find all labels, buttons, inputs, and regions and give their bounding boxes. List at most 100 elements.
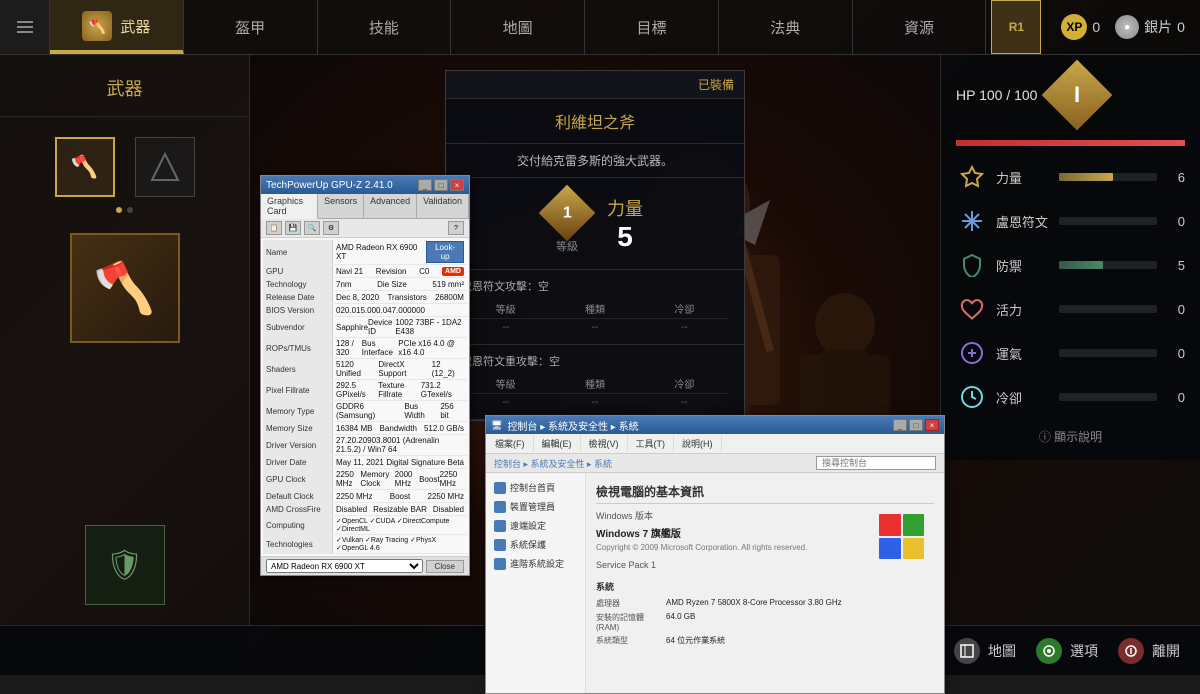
win-logo-yellow [903,538,925,560]
nav-armor[interactable]: 盔甲 [184,0,318,54]
sysinfo-sidebar-item-3[interactable]: 系統保護 [486,535,585,554]
weapon-slots: 🪓 [0,117,249,217]
sysinfo-nav-file[interactable]: 檔案(F) [487,435,534,452]
nav-map[interactable]: 地圖 [451,0,585,54]
gpuz-row-release: Release Date Dec 8, 2020 Transistors 268… [263,291,467,304]
stat-bar-container-運氣 [1059,349,1157,357]
盧恩符文-stat-icon [956,205,988,237]
sysinfo-sidebar: 控制台首頁 裝置管理員 遠端設定 系統保護 [486,473,586,693]
gpuz-tool-4[interactable]: ⚙ [323,221,339,235]
sysinfo-sidebar-item-4[interactable]: 進階系統設定 [486,554,585,573]
gpuz-row-driverdate: Driver Date May 11, 2021 Digital Signatu… [263,456,467,469]
sysinfo-controls: _ □ × [893,419,939,431]
gpuz-tab-validation[interactable]: Validation [417,194,469,218]
sysinfo-sidebar-item-1[interactable]: 裝置管理員 [486,497,585,516]
stat-row-盧恩符文: 盧恩符文0 [956,205,1185,237]
gpuz-tool-5[interactable]: ? [448,221,464,235]
r1-button[interactable]: R1 [991,0,1041,54]
gpuz-tab-advanced[interactable]: Advanced [364,194,417,218]
gpuz-titlebar: TechPowerUp GPU-Z 2.41.0 _ □ × [261,176,469,194]
sysinfo-service-pack: Service Pack 1 [596,560,934,570]
sysinfo-nav-edit[interactable]: 編輯(E) [534,435,581,452]
sysinfo-main: 檢視電腦的基本資訊 Windows 版本 Windo [586,473,944,693]
weapon-level-stat: 1 等級 力量 5 [446,178,744,270]
gpuz-row-memtype: Memory Type GDDR6 (Samsung) Bus Width 25… [263,401,467,422]
stat-bar-防禦 [1059,261,1103,269]
gpuz-tool-3[interactable]: 🔍 [304,221,320,235]
sysinfo-breadcrumb: 控制台 ▸ 系統及安全性 ▸ 系統 [486,454,944,473]
top-navigation: 🪓 武器 盔甲 技能 地圖 目標 法典 資源 R1 XP 0 ● 銀片 0 [0,0,1200,55]
stat-name-活力: 活力 [996,300,1051,319]
sysinfo-nav-view[interactable]: 檢視(V) [581,435,628,452]
stat-bar-container-盧恩符文 [1059,217,1157,225]
weapon-level-diamond: 1 [539,185,596,242]
weapon-level-dots [0,207,249,213]
防禦-stat-icon [956,249,988,281]
weapon-slot-axe[interactable]: 🪓 [55,137,115,197]
gpuz-content: Name AMD Radeon RX 6900 XT Look-up GPU N… [261,238,469,556]
gpuz-row-tech: Technology 7nm Die Size 519 mm² [263,278,467,291]
gpuz-maximize[interactable]: □ [434,179,448,191]
stat-row-冷卻: 冷卻0 [956,381,1185,413]
sysinfo-close[interactable]: × [925,419,939,431]
gpuz-close-button[interactable]: Close [426,560,464,573]
nav-skills[interactable]: 技能 [318,0,452,54]
stat-name-防禦: 防禦 [996,256,1051,275]
sysinfo-sidebar-item-2[interactable]: 遠端設定 [486,516,585,535]
coins-display: ● 銀片 0 [1115,15,1185,39]
hp-section: HP 100 / 100 I [956,70,1185,120]
stat-name-盧恩符文: 盧恩符文 [996,212,1051,231]
gpuz-row-rops: ROPs/TMUs 128 / 320 Bus Interface PCIe x… [263,338,467,359]
nav-weapons[interactable]: 🪓 武器 [50,0,184,54]
stat-row-防禦: 防禦 5 [956,249,1185,281]
gpuz-tab-graphics-card[interactable]: Graphics Card [261,194,318,219]
gpuz-tab-sensors[interactable]: Sensors [318,194,364,218]
sysinfo-system-section: 系統 [596,580,934,593]
options-button[interactable]: 選項 [1036,638,1098,664]
bottom-item-slot[interactable]: 🛡 [85,525,165,605]
map-icon [954,638,980,664]
hp-bar [956,140,1185,146]
stat-value-防禦: 5 [1165,258,1185,273]
sysinfo-minimize[interactable]: _ [893,419,907,431]
nav-resources[interactable]: 資源 [853,0,987,54]
right-panel-stats: HP 100 / 100 I 力量6盧恩符文0防禦5活力0運氣0冷卻0 ⓘ 顯示… [940,55,1200,460]
weapon-name: 利維坦之斧 [446,99,744,144]
gpuz-window-controls: _ □ × [418,179,464,191]
gpuz-row-memsize: Memory Size 16384 MB Bandwidth 512.0 GB/… [263,422,467,435]
stat-row-力量: 力量6 [956,161,1185,193]
sysinfo-breadcrumb-text[interactable]: 控制台 ▸ 系統及安全性 ▸ 系統 [494,457,612,470]
main-content: 武器 🪓 🪓 🛡 [0,55,1200,675]
sysinfo-body: 控制台首頁 裝置管理員 遠端設定 系統保護 [486,473,944,693]
rune-attack-section: 盧恩符文攻擊：空 等級 種類 冷卻 -- -- -- [446,270,744,345]
gpuz-gpu-select[interactable]: AMD Radeon RX 6900 XT [266,559,423,573]
gpuz-row-computing: Computing ✓OpenCL ✓CUDA ✓DirectCompute ✓… [263,516,467,535]
sysinfo-ram-row: 安裝的記憶體 (RAM) 64.0 GB [596,612,934,632]
gpuz-row-opengl: Technologies ✓Vulkan ✓Ray Tracing ✓PhysX… [263,535,467,554]
left-panel-weapons: 武器 🪓 🪓 🛡 [0,55,250,675]
nav-objectives[interactable]: 目標 [585,0,719,54]
weapon-slot-secondary[interactable] [135,137,195,197]
gpuz-minimize[interactable]: _ [418,179,432,191]
leave-button[interactable]: 離開 [1118,638,1180,664]
sysinfo-search-input[interactable] [816,456,936,470]
weapons-icon: 🪓 [82,11,112,41]
gpuz-close[interactable]: × [450,179,464,191]
sysinfo-nav-help[interactable]: 說明(H) [674,435,722,452]
show-description-button[interactable]: ⓘ 顯示說明 [956,428,1185,445]
stat-name-力量: 力量 [996,168,1051,187]
map-button[interactable]: 地圖 [954,638,1016,664]
amd-logo: AMD [442,267,464,276]
weapon-large-icon[interactable]: 🪓 [70,233,180,343]
sysinfo-nav-tools[interactable]: 工具(T) [628,435,675,452]
gpuz-lookup-button[interactable]: Look-up [426,241,464,263]
nav-codex[interactable]: 法典 [719,0,853,54]
weapons-section-title: 武器 [0,55,249,117]
sysinfo-maximize[interactable]: □ [909,419,923,431]
gpuz-row-subvendor: Subvendor Sapphire Device ID 1002 73BF -… [263,317,467,338]
nav-back-button[interactable] [0,0,50,54]
gpuz-tabs: Graphics Card Sensors Advanced Validatio… [261,194,469,219]
gpuz-tool-2[interactable]: 💾 [285,221,301,235]
gpuz-tool-1[interactable]: 📋 [266,221,282,235]
sysinfo-sidebar-item-0[interactable]: 控制台首頁 [486,478,585,497]
